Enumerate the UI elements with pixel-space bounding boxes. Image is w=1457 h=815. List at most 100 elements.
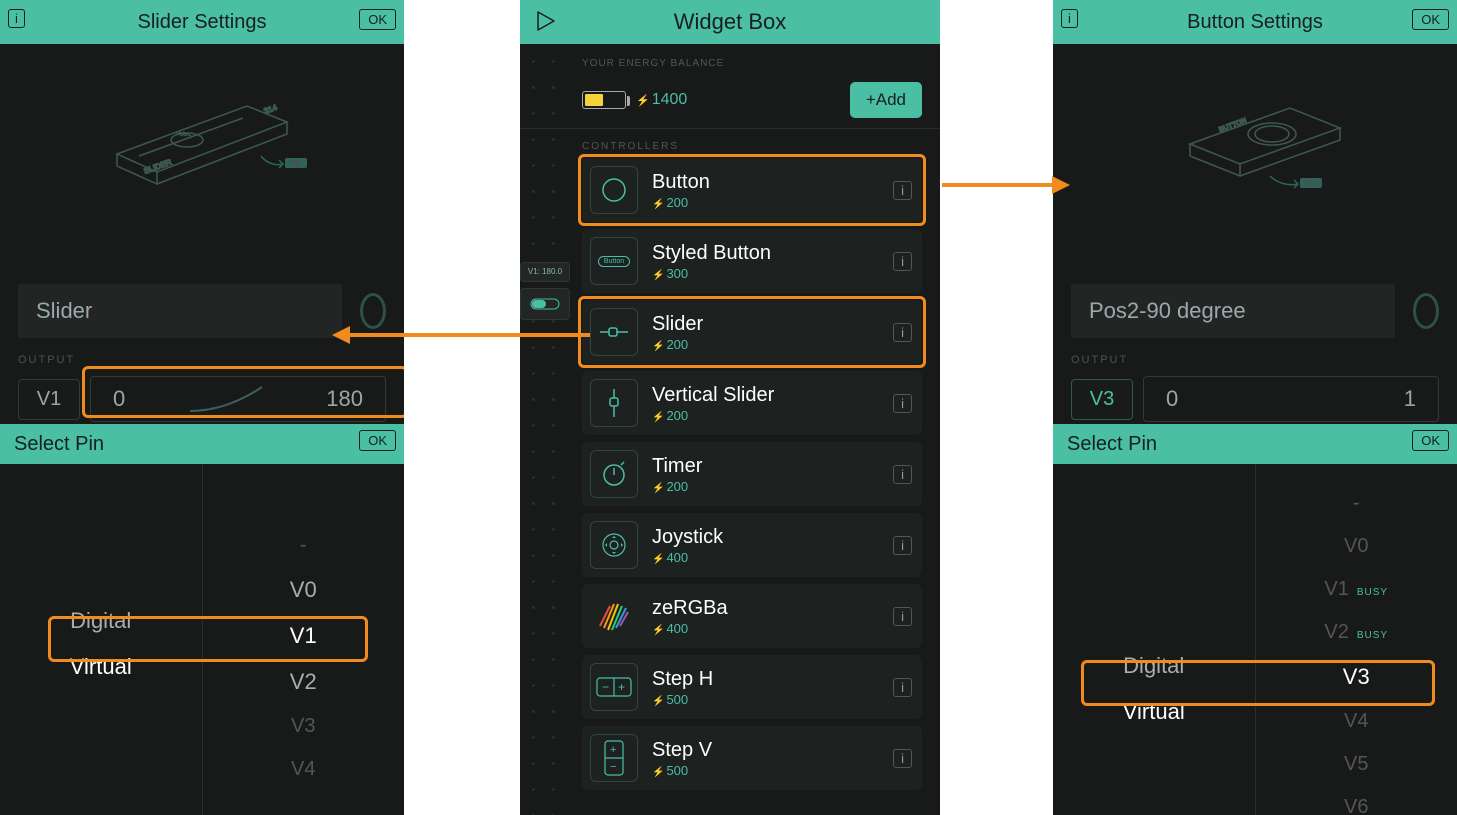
energy-value: 1400 — [636, 91, 687, 109]
widget-step-v[interactable]: + − Step V 500 i — [582, 726, 922, 790]
widget-styled-button[interactable]: Button Styled Button300 i — [582, 229, 922, 293]
info-button[interactable]: i — [1061, 9, 1078, 28]
pin-type-virtual[interactable]: Virtual — [0, 644, 202, 690]
pin-value-v1[interactable]: V1 — [203, 613, 405, 659]
info-button[interactable]: i — [893, 465, 912, 484]
ok-button[interactable]: OK — [1412, 9, 1449, 30]
color-indicator[interactable] — [360, 293, 386, 329]
button-settings-header: i Button Settings OK — [1053, 0, 1457, 44]
play-icon[interactable] — [534, 10, 556, 32]
pin-selector[interactable]: V3 — [1071, 379, 1133, 420]
range-max: 180 — [326, 386, 363, 412]
pin-value-v0[interactable]: V0 — [203, 567, 405, 613]
pin-value-v2[interactable]: V2 — [203, 659, 405, 705]
name-input-row — [0, 284, 404, 338]
pin-value-dash[interactable]: - — [203, 524, 405, 567]
info-button[interactable]: i — [893, 536, 912, 555]
widget-box-header: Widget Box — [520, 0, 940, 44]
pin-selector[interactable]: V1 — [18, 379, 80, 420]
widget-step-h[interactable]: −+ Step H500 i — [582, 655, 922, 719]
pin-type-digital[interactable]: Digital — [1053, 643, 1255, 689]
busy-tag: BUSY — [1357, 587, 1388, 598]
widget-name-input[interactable] — [1071, 284, 1395, 338]
page-title: Button Settings — [1187, 11, 1323, 34]
button-icon — [590, 166, 638, 214]
widget-box-panel: Widget Box YOUR ENERGY BALANCE 1400 +Add… — [520, 0, 940, 815]
svg-text:PIN: PIN — [1304, 181, 1316, 188]
pin-value-dash[interactable]: - — [1256, 482, 1457, 525]
svg-text:+: + — [610, 744, 616, 756]
widget-cost: 200 — [652, 408, 893, 423]
ok-button[interactable]: OK — [359, 9, 396, 30]
widget-cost: 400 — [652, 621, 893, 636]
pin-value-v4[interactable]: V4 — [203, 748, 405, 791]
svg-text:−: − — [610, 761, 616, 773]
add-button[interactable]: +Add — [850, 82, 922, 118]
widget-name: Button — [652, 171, 893, 193]
pin-type-digital[interactable]: Digital — [0, 598, 202, 644]
pin-type-virtual[interactable]: Virtual — [1053, 689, 1255, 735]
widget-vertical-slider[interactable]: Vertical Slider200 i — [582, 371, 922, 435]
page-title: Widget Box — [674, 9, 787, 35]
color-indicator[interactable] — [1413, 293, 1439, 329]
energy-row: 1400 +Add — [520, 72, 940, 129]
range-selector[interactable]: 0 1 — [1143, 376, 1439, 422]
pin-type-column: Digital Virtual — [1053, 464, 1256, 815]
canvas-peek: V1: 180.0 — [520, 262, 570, 320]
svg-text:BUTTON: BUTTON — [1218, 118, 1247, 134]
info-button[interactable]: i — [893, 607, 912, 626]
output-row: V1 0 180 — [0, 370, 404, 422]
select-pin-title: Select Pin — [1067, 433, 1157, 456]
range-selector[interactable]: 0 180 — [90, 376, 386, 422]
svg-text:SLIDER: SLIDER — [143, 157, 173, 175]
select-pin-ok-button[interactable]: OK — [359, 430, 396, 451]
widget-name-input[interactable] — [18, 284, 342, 338]
widget-joystick[interactable]: Joystick 400 i — [582, 513, 922, 577]
canvas-slider-chip[interactable]: V1: 180.0 — [520, 262, 570, 282]
pin-value-v3[interactable]: V3 — [203, 705, 405, 748]
select-pin-title: Select Pin — [14, 433, 104, 456]
info-button[interactable]: i — [893, 678, 912, 697]
widget-slider[interactable]: Slider200 i — [582, 300, 922, 364]
info-button[interactable]: i — [893, 252, 912, 271]
widget-name: Slider — [652, 313, 893, 335]
svg-text:PIN: PIN — [289, 161, 301, 168]
widget-button[interactable]: Button200 i — [582, 158, 922, 222]
info-button[interactable]: i — [893, 394, 912, 413]
svg-text:314: 314 — [263, 103, 279, 116]
pin-value-v5[interactable]: V5 — [1256, 743, 1457, 786]
widget-zergba[interactable]: zeRGBa 400 i — [582, 584, 922, 648]
widget-timer[interactable]: Timer200 i — [582, 442, 922, 506]
pin-picker: Digital Virtual - V0 V1BUSY V2BUSY V3 V4… — [1053, 464, 1457, 815]
widget-name: Styled Button — [652, 242, 893, 264]
pin-value-v1[interactable]: V1BUSY — [1256, 568, 1457, 611]
pin-value-v6[interactable]: V6 — [1256, 786, 1457, 815]
background-dots — [532, 60, 572, 815]
widget-cost: 200 — [652, 479, 893, 494]
widget-cost: 500 — [652, 763, 893, 778]
info-button[interactable]: i — [893, 181, 912, 200]
step-h-icon: −+ — [590, 663, 638, 711]
canvas-slider-widget[interactable] — [520, 288, 570, 320]
pin-value-v4[interactable]: V4 — [1256, 700, 1457, 743]
zergba-icon — [590, 592, 638, 640]
busy-tag: BUSY — [1357, 630, 1388, 641]
pin-value-v3[interactable]: V3 — [1256, 654, 1457, 700]
info-button[interactable]: i — [8, 9, 25, 28]
pin-value-v0[interactable]: V0 — [1256, 525, 1457, 568]
select-pin-ok-button[interactable]: OK — [1412, 430, 1449, 451]
widget-cost: 400 — [652, 550, 893, 565]
output-label: OUTPUT — [1053, 338, 1457, 370]
pin-value-column: - V0 V1BUSY V2BUSY V3 V4 V5 V6 — [1256, 464, 1457, 815]
output-label: OUTPUT — [0, 338, 404, 370]
info-button[interactable]: i — [893, 749, 912, 768]
slider-icon — [590, 308, 638, 356]
pin-value-v2[interactable]: V2BUSY — [1256, 611, 1457, 654]
controllers-label: CONTROLLERS — [520, 129, 940, 158]
widget-name: Step H — [652, 668, 893, 690]
controllers-list: Button200 i Button Styled Button300 i Sl… — [520, 158, 940, 790]
widget-name: zeRGBa — [652, 597, 893, 619]
info-button[interactable]: i — [893, 323, 912, 342]
widget-name: Step V — [652, 739, 893, 761]
widget-name: Joystick — [652, 526, 893, 548]
